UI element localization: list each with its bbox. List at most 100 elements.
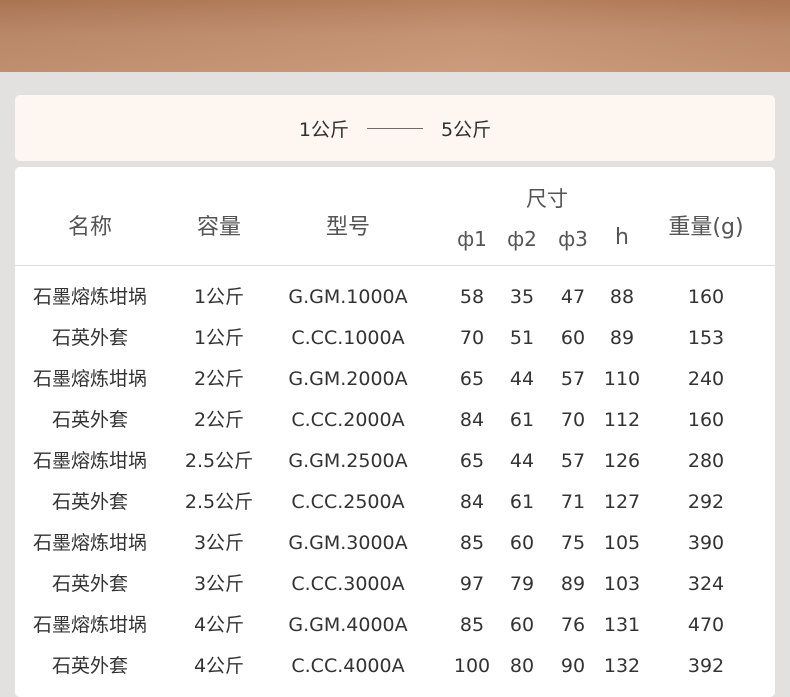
product-photo-banner xyxy=(0,0,790,72)
cell-phi2: 35 xyxy=(509,286,535,308)
cell-phi2: 61 xyxy=(509,409,535,431)
cell-h: 105 xyxy=(603,532,641,554)
cell-weight: 280 xyxy=(687,450,725,472)
cell-h: 127 xyxy=(603,491,641,513)
cell-weight: 240 xyxy=(687,368,725,390)
table-row: 石英外套 3公斤 C.CC.3000A 97 79 89 103 324 xyxy=(15,564,775,605)
header-phi2: ф2 xyxy=(507,227,537,251)
table-row: 石英外套 2公斤 C.CC.2000A 84 61 70 112 160 xyxy=(15,400,775,441)
cell-phi3: 75 xyxy=(560,532,586,554)
cell-capacity: 2.5公斤 xyxy=(184,491,254,513)
cell-weight: 392 xyxy=(687,655,725,677)
cell-phi3: 57 xyxy=(560,450,586,472)
cell-phi3: 76 xyxy=(560,614,586,636)
cell-phi1: 85 xyxy=(459,532,485,554)
cell-h: 132 xyxy=(603,655,641,677)
header-weight: 重量(g) xyxy=(668,215,744,240)
cell-phi2: 61 xyxy=(509,491,535,513)
header-capacity: 容量 xyxy=(196,215,241,240)
cell-phi1: 84 xyxy=(459,491,485,513)
cell-capacity: 4公斤 xyxy=(193,614,245,636)
cell-capacity: 1公斤 xyxy=(193,286,245,308)
table-row: 石墨熔炼坩埚 2.5公斤 G.GM.2500A 65 44 57 126 280 xyxy=(15,441,775,482)
range-to-label: 5公斤 xyxy=(441,118,492,141)
cell-weight: 324 xyxy=(687,573,725,595)
cell-name: 石墨熔炼坩埚 xyxy=(32,532,147,554)
cell-h: 88 xyxy=(609,286,635,308)
table-row: 石墨熔炼坩埚 1公斤 G.GM.1000A 58 35 47 88 160 xyxy=(15,277,775,318)
cell-phi3: 89 xyxy=(560,573,586,595)
cell-model: C.CC.3000A xyxy=(291,573,405,595)
cell-phi1: 85 xyxy=(459,614,485,636)
header-phi3: ф3 xyxy=(558,227,588,251)
cell-capacity: 3公斤 xyxy=(193,532,245,554)
cell-model: G.GM.1000A xyxy=(288,286,408,308)
table-row: 石墨熔炼坩埚 4公斤 G.GM.4000A 85 60 76 131 470 xyxy=(15,605,775,646)
cell-name: 石英外套 xyxy=(51,491,128,513)
cell-name: 石英外套 xyxy=(51,409,128,431)
cell-weight: 160 xyxy=(687,286,725,308)
cell-capacity: 4公斤 xyxy=(193,655,245,677)
cell-capacity: 2公斤 xyxy=(193,368,245,390)
table-row: 石墨熔炼坩埚 3公斤 G.GM.3000A 85 60 75 105 390 xyxy=(15,523,775,564)
cell-name: 石英外套 xyxy=(51,573,128,595)
cell-model: C.CC.2500A xyxy=(291,491,405,513)
cell-phi2: 44 xyxy=(509,450,535,472)
cell-phi1: 97 xyxy=(459,573,485,595)
cell-phi1: 58 xyxy=(459,286,485,308)
cell-capacity: 2.5公斤 xyxy=(184,450,254,472)
cell-h: 110 xyxy=(603,368,641,390)
cell-weight: 292 xyxy=(687,491,725,513)
cell-weight: 470 xyxy=(687,614,725,636)
cell-phi2: 51 xyxy=(509,327,535,349)
cell-phi1: 70 xyxy=(459,327,485,349)
cell-phi3: 90 xyxy=(560,655,586,677)
header-h: h xyxy=(615,225,629,250)
table-row: 石英外套 1公斤 C.CC.1000A 70 51 60 89 153 xyxy=(15,318,775,359)
cell-name: 石英外套 xyxy=(51,655,128,677)
cell-model: C.CC.2000A xyxy=(291,409,405,431)
cell-phi3: 60 xyxy=(560,327,586,349)
table-row: 石墨熔炼坩埚 2公斤 G.GM.2000A 65 44 57 110 240 xyxy=(15,359,775,400)
header-phi1: ф1 xyxy=(457,227,487,251)
cell-model: G.GM.4000A xyxy=(288,614,408,636)
cell-phi3: 57 xyxy=(560,368,586,390)
cell-weight: 153 xyxy=(687,327,725,349)
cell-weight: 390 xyxy=(687,532,725,554)
cell-phi3: 47 xyxy=(560,286,586,308)
spec-table: 名称 容量 型号 尺寸 ф1 ф2 ф3 h 重量(g) 石墨熔炼坩埚 1公斤 G.… xyxy=(15,167,775,697)
cell-name: 石英外套 xyxy=(51,327,128,349)
cell-capacity: 1公斤 xyxy=(193,327,245,349)
cell-h: 103 xyxy=(603,573,641,595)
cell-h: 126 xyxy=(603,450,641,472)
cell-model: C.CC.1000A xyxy=(291,327,405,349)
cell-model: G.GM.3000A xyxy=(288,532,408,554)
cell-phi2: 60 xyxy=(509,614,535,636)
cell-phi2: 79 xyxy=(509,573,535,595)
cell-phi2: 60 xyxy=(509,532,535,554)
cell-phi3: 71 xyxy=(560,491,586,513)
cell-phi1: 65 xyxy=(459,450,485,472)
cell-capacity: 3公斤 xyxy=(193,573,245,595)
range-from-label: 1公斤 xyxy=(298,118,349,141)
table-row: 石英外套 4公斤 C.CC.4000A 100 80 90 132 392 xyxy=(15,646,775,687)
cell-phi1: 84 xyxy=(459,409,485,431)
cell-name: 石墨熔炼坩埚 xyxy=(32,286,147,308)
cell-weight: 160 xyxy=(687,409,725,431)
table-row: 石英外套 2.5公斤 C.CC.2500A 84 61 71 127 292 xyxy=(15,482,775,523)
header-name: 名称 xyxy=(67,215,112,240)
cell-model: G.GM.2000A xyxy=(288,368,408,390)
capacity-range-bar: 1公斤 5公斤 xyxy=(15,95,775,161)
cell-h: 131 xyxy=(603,614,641,636)
cell-phi2: 44 xyxy=(509,368,535,390)
cell-name: 石墨熔炼坩埚 xyxy=(32,614,147,636)
cell-phi2: 80 xyxy=(509,655,535,677)
cell-h: 112 xyxy=(603,409,641,431)
cell-name: 石墨熔炼坩埚 xyxy=(32,450,147,472)
header-divider xyxy=(15,265,775,266)
cell-capacity: 2公斤 xyxy=(193,409,245,431)
cell-phi3: 70 xyxy=(560,409,586,431)
cell-phi1: 65 xyxy=(459,368,485,390)
cell-model: C.CC.4000A xyxy=(291,655,405,677)
cell-h: 89 xyxy=(609,327,635,349)
